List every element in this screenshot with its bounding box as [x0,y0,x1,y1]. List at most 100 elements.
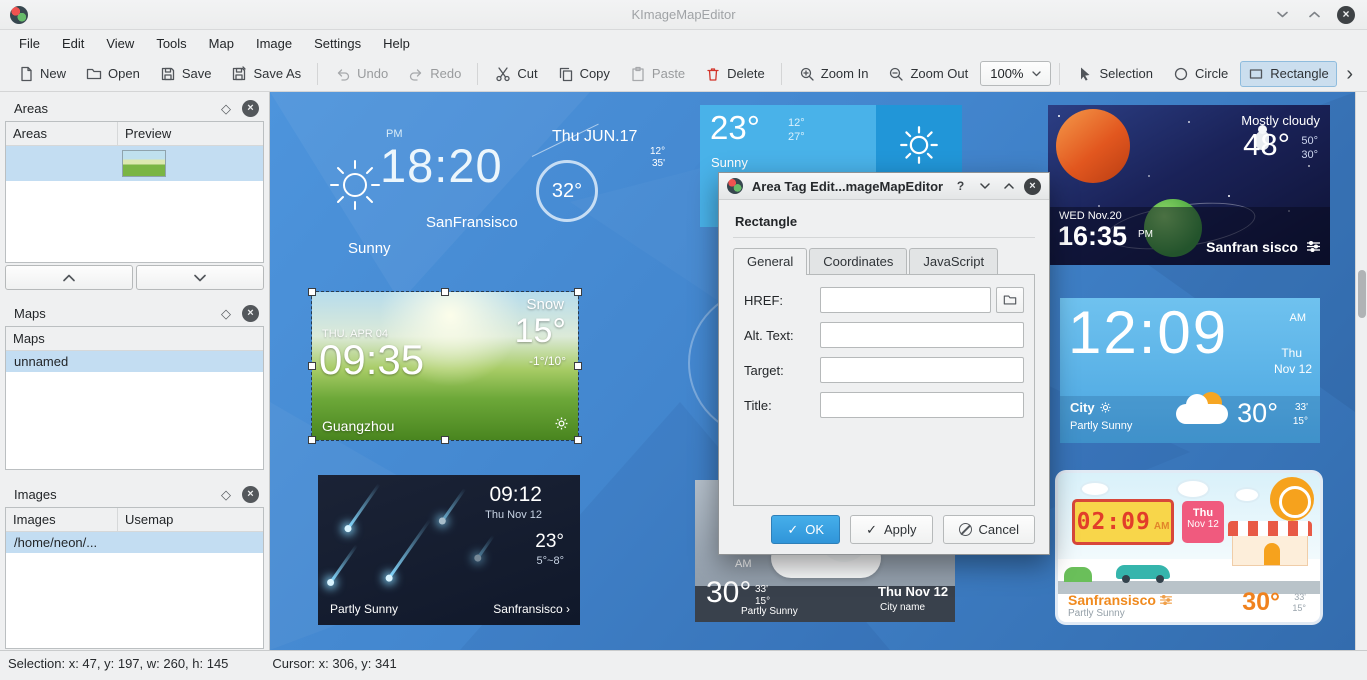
dialog-minimize-button[interactable] [976,178,993,195]
menu-item-edit[interactable]: Edit [51,33,95,54]
selection-tool-button[interactable]: Selection [1069,61,1160,87]
cut-button[interactable]: Cut [487,61,545,87]
menu-item-image[interactable]: Image [245,33,303,54]
dialog-maximize-button[interactable] [1000,178,1017,195]
paste-button[interactable]: Paste [622,61,693,87]
selection-handle-s[interactable] [441,436,449,444]
float-panel-icon[interactable]: ◇ [221,102,231,115]
vertical-scrollbar[interactable] [1355,92,1367,650]
apply-button[interactable]: ✓Apply [850,515,932,544]
widget-day: Thu [1281,346,1302,360]
menu-item-settings[interactable]: Settings [303,33,372,54]
move-area-up-button[interactable] [5,265,133,290]
window-maximize-button[interactable] [1305,6,1323,24]
href-input[interactable] [820,287,991,313]
move-area-down-button[interactable] [136,265,264,290]
area-list-row[interactable] [6,146,263,181]
tab-general[interactable]: General [733,248,807,274]
maps-column-header[interactable]: Maps [6,327,263,350]
save-as-button[interactable]: Save As [223,61,309,87]
widget-date: Nov 12 [1274,362,1312,376]
copy-button[interactable]: Copy [550,61,618,87]
save-button[interactable]: Save [152,61,220,87]
float-panel-icon[interactable]: ◇ [221,488,231,501]
selection-handle-nw[interactable] [308,288,316,296]
selection-handle-ne[interactable] [574,288,582,296]
dialog-title: Area Tag Edit...mageMapEditor [750,179,945,194]
toolbar-overflow-button[interactable]: › [1342,64,1357,84]
weather-widget-guangzhou-selected[interactable]: Snow 15° -1°/10° THU. APR 04 09:35 Guang… [312,292,578,440]
tab-javascript[interactable]: JavaScript [909,248,998,274]
dialog-titlebar[interactable]: Area Tag Edit...mageMapEditor ? × [719,173,1049,200]
dialog-help-button[interactable]: ? [952,178,969,195]
widget-temp-range: 5°~8° [537,555,564,567]
close-panel-icon[interactable]: × [242,486,259,503]
zoom-level-dropdown[interactable]: 100% [980,61,1051,86]
usemap-column-header[interactable]: Usemap [118,508,263,531]
comet-decoration [346,483,380,530]
time-sign: 02:09 AM [1072,499,1174,545]
maps-list: Maps unnamed [5,326,264,470]
close-panel-icon[interactable]: × [242,305,259,322]
preview-column-header[interactable]: Preview [118,122,263,145]
zoom-in-icon [799,66,815,82]
separator-line [733,237,1035,238]
target-input[interactable] [820,357,1024,383]
zoom-out-button[interactable]: Zoom Out [880,61,976,87]
delete-button[interactable]: Delete [697,61,773,87]
area-preview-thumbnail [122,150,166,177]
toolbar-separator [781,63,782,85]
dialog-close-button[interactable]: × [1024,178,1041,195]
zoom-in-button[interactable]: Zoom In [791,61,877,87]
awning-decoration [1228,521,1312,536]
selection-handle-se[interactable] [574,436,582,444]
title-input[interactable] [820,392,1024,418]
open-button[interactable]: Open [78,61,148,87]
images-column-header[interactable]: Images [6,508,118,531]
widget-ampm: PM [1138,229,1153,240]
maps-panel-header: Maps ◇ × [5,301,264,326]
selection-handle-n[interactable] [441,288,449,296]
circle-tool-button[interactable]: Circle [1165,61,1236,87]
redo-button[interactable]: Redo [400,61,469,87]
selection-handle-w[interactable] [308,362,316,370]
selection-handle-sw[interactable] [308,436,316,444]
scrollbar-thumb[interactable] [1358,270,1366,318]
undo-button[interactable]: Undo [327,61,396,87]
window-close-button[interactable]: × [1337,6,1355,24]
cancel-button[interactable]: Cancel [943,515,1035,544]
alt-text-input[interactable] [820,322,1024,348]
rectangle-tool-button[interactable]: Rectangle [1240,61,1337,87]
folder-icon [1003,293,1017,307]
close-panel-icon[interactable]: × [242,100,259,117]
selection-status-text: Selection: x: 47, y: 197, w: 260, h: 145 [8,656,228,671]
date-badge: Thu Nov 12 [1182,501,1224,543]
widget-condition: Mostly cloudy [1241,113,1320,128]
image-list-row[interactable]: /home/neon/... [6,532,263,553]
window-titlebar[interactable]: KImageMapEditor × [0,0,1367,30]
ok-button[interactable]: ✓OK [771,515,840,544]
redo-icon [408,66,424,82]
sidebar: Areas ◇ × Areas Preview Maps ◇ × M [0,92,270,650]
menu-item-file[interactable]: File [8,33,51,54]
areas-list-empty [6,181,263,262]
window-minimize-button[interactable] [1273,6,1291,24]
toolbar-separator [1059,63,1060,85]
menu-item-tools[interactable]: Tools [145,33,197,54]
float-panel-icon[interactable]: ◇ [221,307,231,320]
areas-column-header[interactable]: Areas [6,122,118,145]
map-list-row[interactable]: unnamed [6,351,263,372]
tab-coordinates[interactable]: Coordinates [809,248,907,274]
storefront-illustration [1228,521,1312,569]
widget-temp: 30° [706,576,751,610]
images-list-empty [6,553,263,648]
new-button[interactable]: New [10,61,74,87]
menu-item-view[interactable]: View [95,33,145,54]
shape-type-label: Rectangle [735,214,1033,229]
selection-handle-e[interactable] [574,362,582,370]
paste-clipboard-icon [630,66,646,82]
widget-low: 15° [1292,603,1306,613]
browse-file-button[interactable] [996,287,1024,313]
menu-item-help[interactable]: Help [372,33,421,54]
menu-item-map[interactable]: Map [198,33,245,54]
